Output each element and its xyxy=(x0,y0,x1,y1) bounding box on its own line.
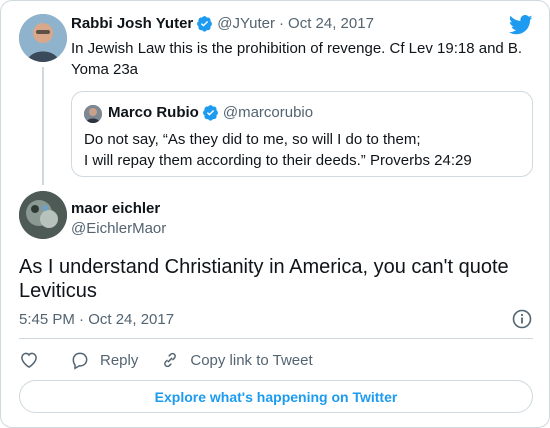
tweet-embed-card: Rabbi Josh Yuter @JYuter · Oct 24, 2017 … xyxy=(0,0,550,428)
reply-label: Reply xyxy=(100,351,139,369)
link-icon xyxy=(164,352,177,368)
avatar[interactable] xyxy=(19,14,67,62)
divider xyxy=(19,338,533,339)
parent-tweet-header: Rabbi Josh Yuter @JYuter · Oct 24, 2017 xyxy=(71,15,374,32)
quoted-tweet-line: I will repay them according to their dee… xyxy=(84,152,472,169)
parent-tweet-text: In Jewish Law this is the prohibition of… xyxy=(71,40,523,78)
info-icon[interactable] xyxy=(512,309,532,329)
heart-icon xyxy=(21,352,37,368)
copy-link-label: Copy link to Tweet xyxy=(190,351,313,369)
speech-bubble-icon xyxy=(72,352,88,370)
quoted-tweet-text: Do not say, “As they did to me, so will … xyxy=(84,129,524,171)
author-name[interactable]: Rabbi Josh Yuter xyxy=(71,15,193,32)
twitter-bird-icon[interactable] xyxy=(509,15,533,35)
author-handle[interactable]: @EichlerMaor xyxy=(71,220,166,237)
avatar xyxy=(84,105,102,123)
action-bar: Reply Copy link to Tweet xyxy=(19,349,335,371)
tweet-timestamp[interactable]: 5:45 PM · Oct 24, 2017 xyxy=(19,311,174,328)
copy-link-button[interactable]: Copy link to Tweet xyxy=(160,350,313,370)
author-name: Marco Rubio xyxy=(108,104,199,121)
quoted-tweet-line: Do not say, “As they did to me, so will … xyxy=(84,131,421,148)
quoted-tweet-header: Marco Rubio @marcorubio xyxy=(108,104,313,121)
verified-badge-icon xyxy=(202,105,218,121)
author-handle: @marcorubio xyxy=(222,104,314,121)
avatar[interactable] xyxy=(19,191,67,239)
author-handle[interactable]: @JYuter xyxy=(217,15,275,32)
author-name[interactable]: maor eichler xyxy=(71,200,160,217)
reply-button[interactable]: Reply xyxy=(70,350,138,370)
thread-connector-line xyxy=(42,67,44,185)
quoted-tweet[interactable]: Marco Rubio @marcorubio Do not say, “As … xyxy=(71,91,533,177)
verified-badge-icon xyxy=(197,16,213,32)
explore-button[interactable]: Explore what's happening on Twitter xyxy=(19,380,533,413)
like-button[interactable] xyxy=(19,350,39,370)
tweet-text: As I understand Christianity in America,… xyxy=(19,256,509,302)
tweet-date[interactable]: Oct 24, 2017 xyxy=(288,15,374,32)
separator-dot: · xyxy=(279,15,285,32)
